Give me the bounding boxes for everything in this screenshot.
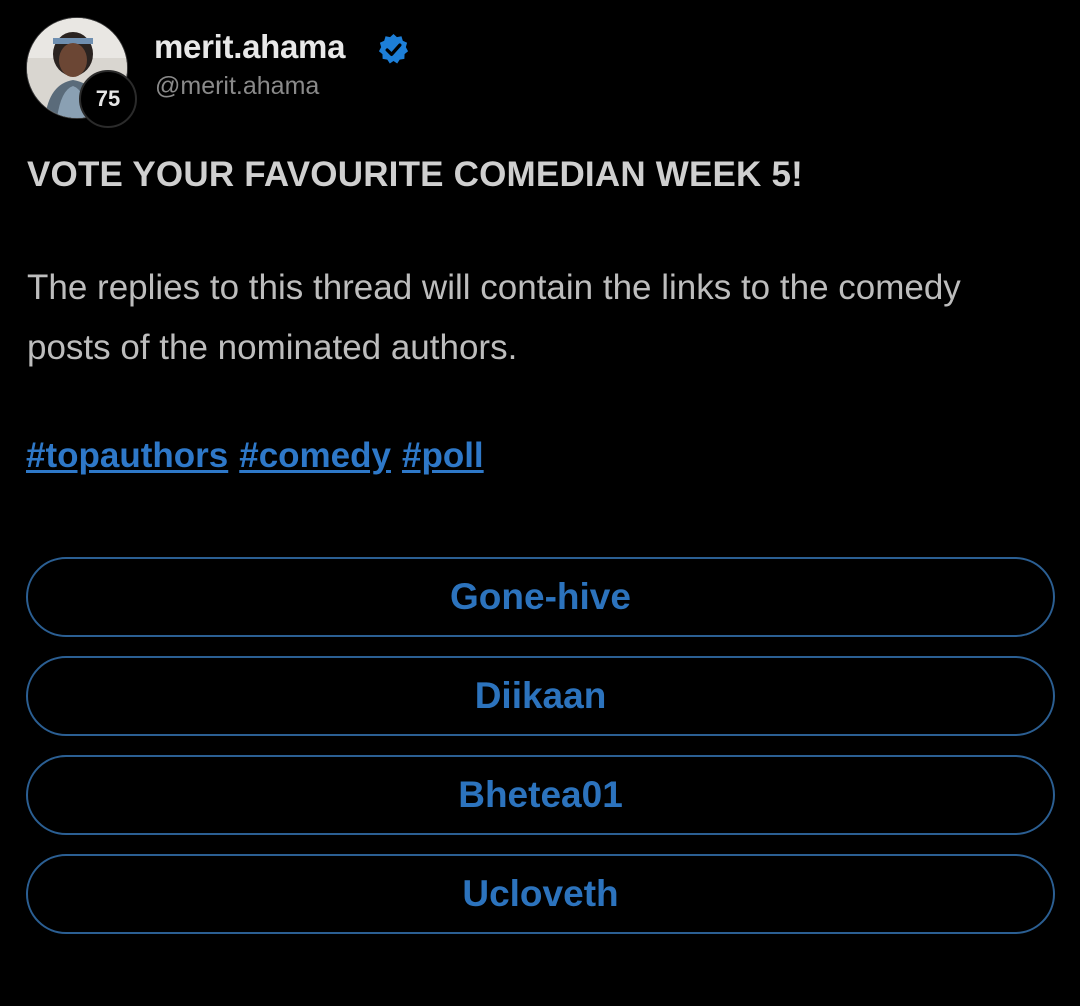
poll-option-gone-hive[interactable]: Gone-hive: [26, 557, 1055, 637]
tag-topauthors[interactable]: #topauthors: [26, 436, 228, 476]
post-card: 75 merit.ahama @merit.ahama VOTE YOUR FA…: [0, 0, 1080, 1006]
author-handle[interactable]: @merit.ahama: [155, 72, 319, 101]
tag-comedy[interactable]: #comedy: [239, 436, 391, 476]
poll-option-bhetea01[interactable]: Bhetea01: [26, 755, 1055, 835]
poll-option-diikaan[interactable]: Diikaan: [26, 656, 1055, 736]
reputation-badge: 75: [79, 70, 137, 128]
post-body: The replies to this thread will contain …: [27, 268, 961, 367]
avatar-group: 75: [26, 17, 137, 128]
verified-check-icon: [378, 33, 409, 64]
poll: Gone-hive Diikaan Bhetea01 Ucloveth: [26, 557, 1055, 953]
post-title: VOTE YOUR FAVOURITE COMEDIAN WEEK 5!: [27, 155, 803, 194]
author-name[interactable]: merit.ahama: [154, 28, 345, 66]
tag-poll[interactable]: #poll: [402, 436, 484, 476]
poll-option-ucloveth[interactable]: Ucloveth: [26, 854, 1055, 934]
tag-list: #topauthors #comedy #poll: [26, 436, 484, 476]
